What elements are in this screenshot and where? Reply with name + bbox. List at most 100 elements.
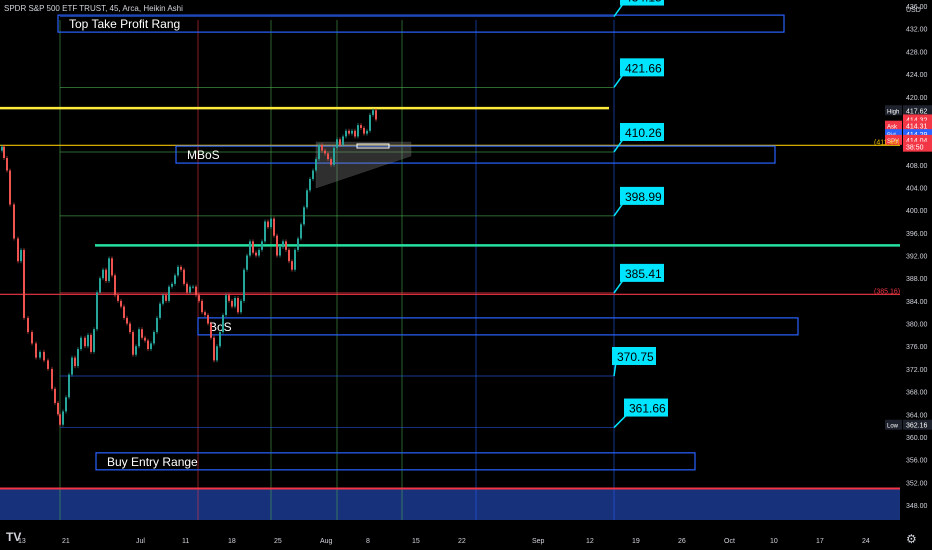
candle-body-26 (84, 337, 86, 347)
y-tick-15: 376.00 (906, 344, 928, 351)
target-value-0: 434.15 (625, 0, 662, 5)
candle-body-25 (80, 337, 82, 350)
zone-label-2: BoS (209, 320, 232, 334)
candle-body-68 (210, 323, 212, 338)
candle-body-56 (174, 275, 176, 284)
x-tick-16: 17 (816, 538, 824, 545)
candle-body-107 (327, 153, 329, 160)
candle-body-3 (6, 157, 8, 171)
x-tick-5: 25 (274, 538, 282, 545)
price-tag-value-0: 417.62 (906, 108, 928, 115)
price-tag-value-6: 362.16 (906, 423, 928, 430)
candle-body-49 (153, 332, 155, 344)
candle-body-97 (297, 238, 299, 250)
candle-body-113 (345, 130, 347, 137)
target-value-3: 398.99 (625, 190, 662, 204)
candle-body-61 (189, 286, 191, 293)
candle-body-4 (9, 170, 11, 205)
price-tag-value-5: 38:50 (906, 145, 924, 152)
candle-body-35 (111, 258, 113, 276)
candle-body-22 (71, 357, 73, 375)
candle-body-83 (255, 252, 257, 256)
candle-body-72 (222, 315, 224, 333)
gear-icon[interactable]: ⚙ (906, 532, 917, 546)
candle-body-92 (282, 241, 284, 248)
candle-body-111 (339, 139, 341, 145)
candle-body-84 (258, 249, 260, 256)
candle-body-69 (213, 337, 215, 361)
y-tick-0: 436.00 (906, 4, 928, 11)
candle-body-57 (177, 266, 179, 276)
candle-body-78 (240, 300, 242, 313)
candle-body-58 (180, 266, 182, 270)
candle-body-119 (363, 127, 365, 134)
candle-body-21 (68, 374, 70, 398)
y-tick-20: 356.00 (906, 458, 928, 465)
candle-body-62 (192, 286, 194, 288)
target-value-6: 361.66 (629, 402, 666, 416)
x-tick-9: 22 (458, 538, 466, 545)
x-tick-6: Aug (320, 538, 333, 545)
candle-body-96 (294, 249, 296, 270)
y-tick-7: 408.00 (906, 163, 928, 170)
candle-body-37 (117, 295, 119, 301)
y-tick-4: 420.00 (906, 95, 928, 102)
target-value-5: 370.75 (617, 350, 654, 364)
zone-label-3: Buy Entry Range (107, 455, 198, 469)
y-tick-3: 424.00 (906, 72, 928, 79)
candle-body-95 (291, 261, 293, 270)
candle-body-90 (276, 235, 278, 256)
candle-body-38 (120, 300, 122, 307)
x-tick-1: 21 (62, 538, 70, 545)
candle-body-74 (228, 295, 230, 301)
candle-body-28 (90, 334, 92, 352)
candle-body-71 (219, 332, 221, 347)
y-tick-16: 372.00 (906, 367, 928, 374)
x-tick-7: 8 (366, 538, 370, 545)
candle-body-8 (23, 249, 25, 318)
candle-body-106 (324, 150, 326, 154)
x-tick-13: 26 (678, 538, 686, 545)
target-value-4: 385.41 (625, 267, 662, 281)
candle-body-41 (129, 323, 131, 333)
candle-body-51 (159, 303, 161, 318)
x-tick-11: 12 (586, 538, 594, 545)
candle-body-50 (156, 317, 158, 333)
y-tick-2: 428.00 (906, 49, 928, 56)
candle-body-108 (330, 159, 332, 165)
candle-body-15 (51, 368, 53, 389)
candle-body-63 (195, 286, 197, 296)
x-tick-4: 18 (228, 538, 236, 545)
candle-body-34 (108, 258, 110, 282)
tradingview-logo[interactable]: TV (6, 530, 21, 544)
candle-body-103 (315, 159, 317, 171)
candle-body-75 (231, 300, 233, 307)
candle-body-93 (285, 241, 287, 250)
candle-body-13 (43, 351, 45, 361)
candle-body-11 (35, 343, 37, 358)
candle-body-65 (201, 300, 203, 313)
candle-body-59 (183, 269, 185, 284)
candle-body-52 (162, 295, 164, 304)
candle-body-73 (225, 295, 227, 316)
candle-body-91 (279, 247, 281, 256)
x-tick-17: 24 (862, 538, 870, 545)
candle-body-86 (264, 221, 266, 242)
chart-canvas[interactable]: Top Take Profit Rang MBoS BoS Buy Entry Ran… (0, 0, 932, 550)
candle-body-110 (336, 139, 338, 148)
y-tick-22: 348.00 (906, 503, 928, 510)
candle-body-88 (270, 218, 272, 228)
y-tick-8: 404.00 (906, 185, 928, 192)
candle-body-100 (306, 190, 308, 208)
candle-body-81 (249, 241, 251, 256)
bottom-band (0, 488, 900, 520)
y-tick-11: 392.00 (906, 254, 928, 261)
price-tag-label-0: High (887, 109, 899, 115)
x-tick-2: Jul (136, 538, 145, 545)
candle-body-102 (312, 170, 314, 179)
candle-body-55 (171, 283, 173, 287)
x-tick-14: Oct (724, 538, 735, 545)
candle-body-87 (267, 221, 269, 228)
candle-body-30 (96, 292, 98, 330)
candle-body-123 (375, 110, 377, 120)
